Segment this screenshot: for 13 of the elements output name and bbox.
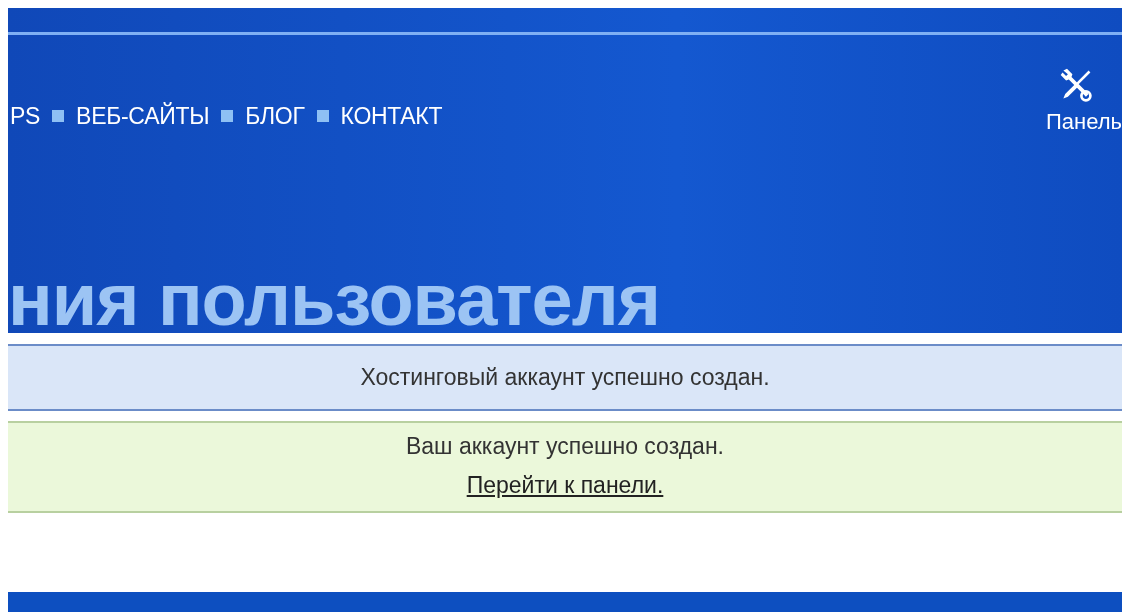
nav-link[interactable]: PS [10,102,41,130]
alert-message: Хостинговый аккаунт успешно создан. [360,364,770,391]
dashboard-link[interactable]: Перейти к панели. [466,472,664,499]
nav-link[interactable]: БЛОГ [245,102,305,130]
nav-link[interactable]: КОНТАКТ [340,102,443,130]
page-title: ния пользователя [8,263,661,333]
tools-icon [1058,67,1094,103]
separator-icon [221,110,234,122]
separator-icon [316,110,329,122]
separator-icon [52,110,65,122]
alert-message: Ваш аккаунт успешно создан. [406,433,724,460]
nav-link[interactable]: ВЕБ-САЙТЫ [76,102,210,130]
panel-link[interactable]: Панель [1010,67,1122,135]
